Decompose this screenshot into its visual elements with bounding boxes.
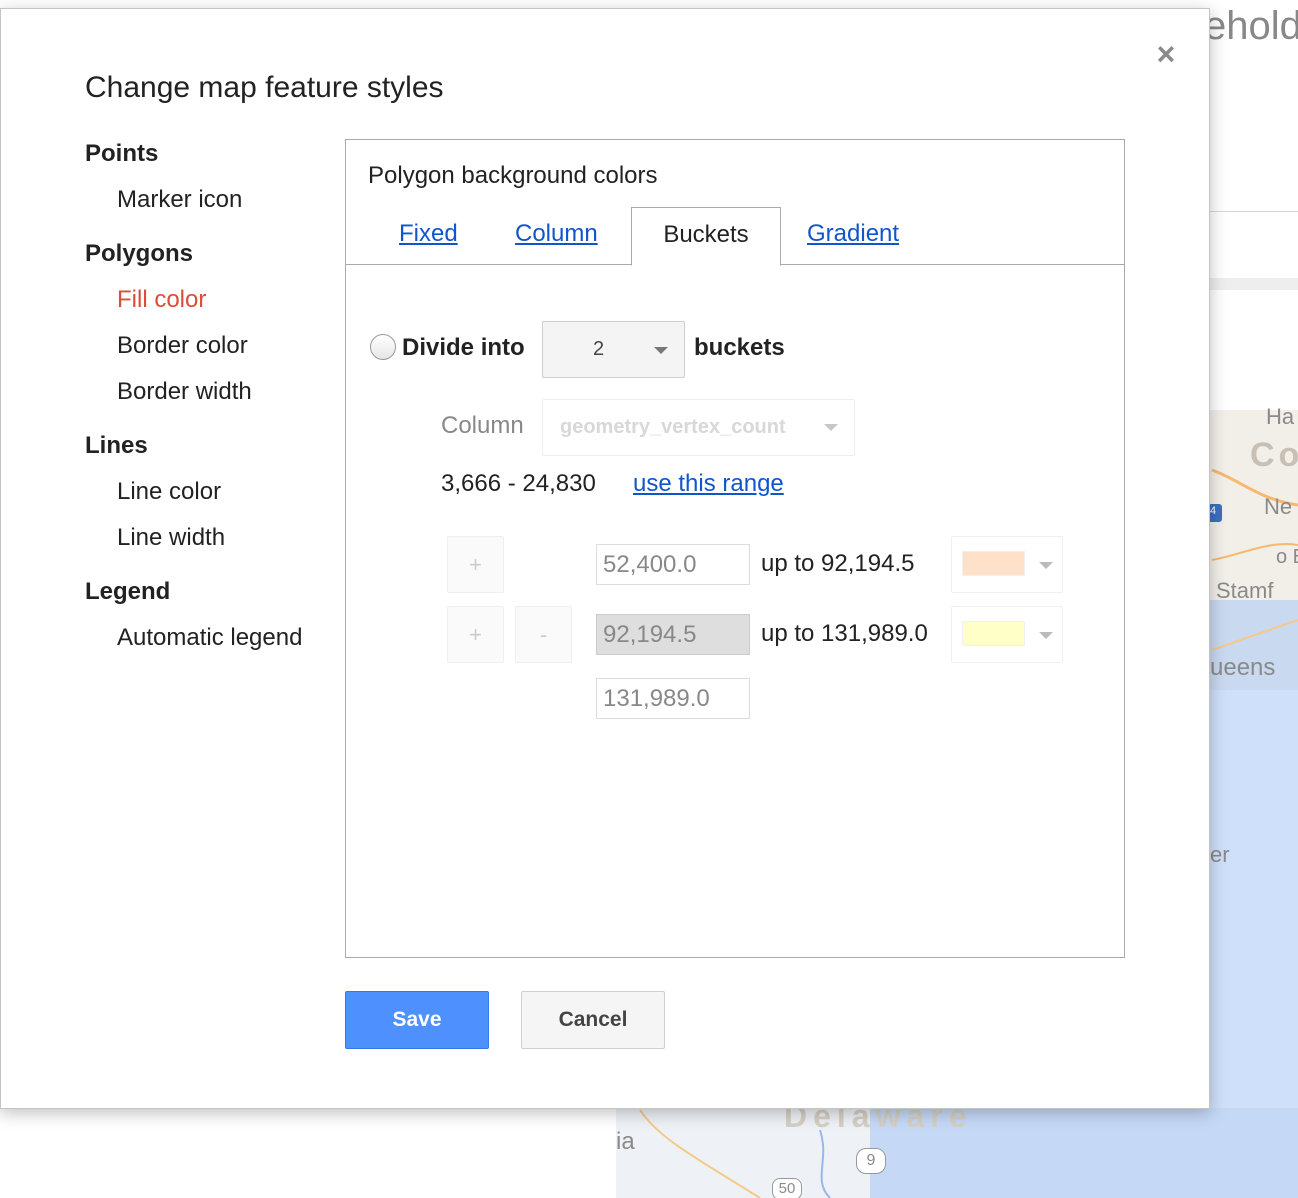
bucket-upper-bound: up to 92,194.5 <box>761 550 915 577</box>
column-select[interactable]: geometry_vertex_count <box>542 399 855 456</box>
bucket-count-value: 2 <box>593 338 605 360</box>
bucket-count-select[interactable]: 2 <box>542 321 685 378</box>
nav-section-points: Points <box>85 140 159 167</box>
interstate-shield-label: 4 <box>1210 505 1217 517</box>
nav-section-lines: Lines <box>85 432 148 459</box>
nav-item-line-width[interactable]: Line width <box>117 524 225 552</box>
map-label: Ne <box>1264 494 1293 519</box>
map-label: Co <box>1250 436 1298 474</box>
divide-into-label: Divide into <box>402 334 525 361</box>
color-swatch <box>962 551 1025 576</box>
remove-bucket-button[interactable]: - <box>515 606 572 663</box>
bucket-color-picker[interactable] <box>951 536 1063 593</box>
bucket-max-input[interactable]: 131,989.0 <box>596 678 750 719</box>
nav-item-border-width[interactable]: Border width <box>117 378 252 406</box>
use-this-range-link[interactable]: use this range <box>633 470 784 498</box>
nav-item-line-color[interactable]: Line color <box>117 478 221 506</box>
cancel-button[interactable]: Cancel <box>521 991 665 1049</box>
map-label: ueens <box>1210 654 1276 681</box>
nav-item-automatic-legend[interactable]: Automatic legend <box>117 624 302 652</box>
close-icon[interactable]: × <box>1151 38 1181 70</box>
bucket-upper-bound: up to 131,989.0 <box>761 620 928 647</box>
divide-buckets-radio[interactable] <box>370 334 396 360</box>
nav-item-border-color[interactable]: Border color <box>117 332 248 360</box>
add-bucket-button[interactable]: + <box>447 606 504 663</box>
chevron-down-icon <box>1039 562 1053 569</box>
chevron-down-icon <box>1039 632 1053 639</box>
tab-fixed[interactable]: Fixed <box>399 220 458 248</box>
nav-section-legend: Legend <box>85 578 171 605</box>
map-label: o E <box>1276 546 1298 568</box>
save-button[interactable]: Save <box>345 991 489 1049</box>
column-select-value: geometry_vertex_count <box>560 416 786 438</box>
bucket-min-input[interactable]: 52,400.0 <box>596 544 750 585</box>
chevron-down-icon <box>654 347 668 354</box>
data-range-text: 3,666 - 24,830 <box>441 470 596 497</box>
map-label: Stamf <box>1216 578 1274 603</box>
chevron-down-icon <box>824 424 838 431</box>
style-panel: Polygon background colors Fixed Column B… <box>345 139 1125 958</box>
buckets-label: buckets <box>694 334 785 361</box>
nav-item-fill-color[interactable]: Fill color <box>117 286 206 314</box>
route-shield-label: 9 <box>856 1148 886 1174</box>
nav-item-marker-icon[interactable]: Marker icon <box>117 186 242 214</box>
map-label: Ha <box>1266 404 1295 429</box>
change-styles-dialog: × Change map feature styles Points Marke… <box>0 8 1210 1109</box>
column-label: Column <box>441 412 524 439</box>
color-swatch <box>962 621 1025 646</box>
add-bucket-button[interactable]: + <box>447 536 504 593</box>
map-label: ia <box>616 1128 635 1155</box>
panel-heading: Polygon background colors <box>368 162 658 189</box>
map-label: er <box>1210 842 1230 867</box>
tab-gradient[interactable]: Gradient <box>807 220 899 248</box>
dialog-title: Change map feature styles <box>85 71 444 104</box>
route-shield-label: 50 <box>772 1178 802 1198</box>
nav-section-polygons: Polygons <box>85 240 194 267</box>
bucket-color-picker[interactable] <box>951 606 1063 663</box>
map-land-bottom <box>16 1108 616 1198</box>
tab-buckets[interactable]: Buckets <box>631 207 781 266</box>
tab-column[interactable]: Column <box>515 220 598 248</box>
bucket-min-input[interactable]: 92,194.5 <box>596 614 750 655</box>
